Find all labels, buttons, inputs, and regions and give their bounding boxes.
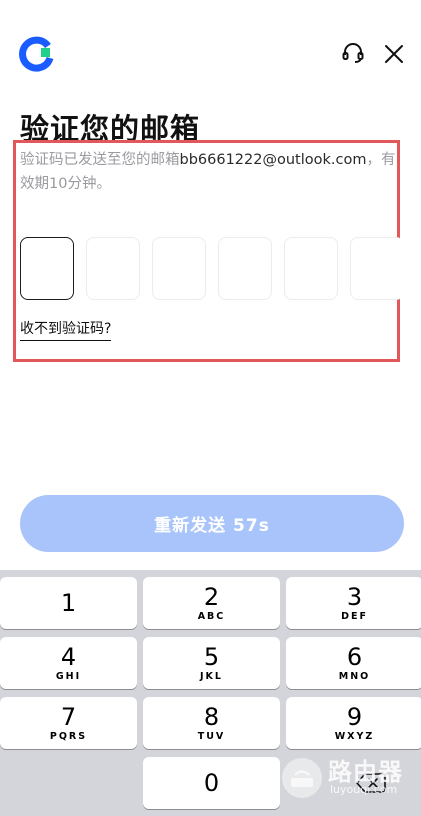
key-9[interactable]: 9 WXYZ xyxy=(286,697,421,749)
key-3[interactable]: 3 DEF xyxy=(286,577,421,629)
description-prefix: 验证码已发送至您的邮箱 xyxy=(20,152,180,168)
watermark: 路由器 luyouqi.com xyxy=(280,752,416,808)
code-digit-6[interactable] xyxy=(350,237,400,300)
key-letters: JKL xyxy=(200,671,223,682)
key-digit: 5 xyxy=(203,643,220,671)
key-letters: TUV xyxy=(197,731,226,742)
code-digit-2[interactable] xyxy=(86,237,140,300)
email-address: bb6661222@outlook.com xyxy=(179,152,367,168)
code-digit-4[interactable] xyxy=(218,237,272,300)
key-digit: 7 xyxy=(60,703,77,731)
verification-code-input[interactable] xyxy=(20,237,400,301)
close-icon[interactable] xyxy=(382,42,406,66)
key-letters: MNO xyxy=(338,671,371,682)
key-digit: 1 xyxy=(60,588,77,617)
app-logo-icon xyxy=(18,34,56,72)
key-digit: 4 xyxy=(60,643,77,671)
key-8[interactable]: 8 TUV xyxy=(143,697,280,749)
router-logo-icon xyxy=(282,758,322,798)
key-2[interactable]: 2 ABC xyxy=(143,577,280,629)
key-digit: 6 xyxy=(346,643,363,671)
watermark-text: 路由器 xyxy=(328,758,403,786)
key-0[interactable]: 0 xyxy=(143,757,280,809)
key-letters: GHI xyxy=(55,671,82,682)
key-letters: DEF xyxy=(341,611,368,622)
code-digit-1[interactable] xyxy=(20,237,74,300)
code-digit-5[interactable] xyxy=(284,237,338,300)
key-digit: 3 xyxy=(346,583,363,611)
watermark-url: luyouqi.com xyxy=(330,783,398,796)
headset-icon[interactable] xyxy=(340,40,366,66)
key-letters: ABC xyxy=(197,611,226,622)
key-4[interactable]: 4 GHI xyxy=(0,637,137,689)
code-digit-3[interactable] xyxy=(152,237,206,300)
resend-button[interactable]: 重新发送 57s xyxy=(20,495,404,552)
key-7[interactable]: 7 PQRS xyxy=(0,697,137,749)
key-letters: WXYZ xyxy=(334,731,375,742)
key-digit: 9 xyxy=(346,703,363,731)
key-6[interactable]: 6 MNO xyxy=(286,637,421,689)
key-digit: 0 xyxy=(203,769,220,797)
key-1[interactable]: 1 xyxy=(0,577,137,629)
key-letters: PQRS xyxy=(49,731,88,742)
no-code-link[interactable]: 收不到验证码? xyxy=(20,318,112,341)
key-digit: 8 xyxy=(203,703,220,731)
key-5[interactable]: 5 JKL xyxy=(143,637,280,689)
verification-description: 验证码已发送至您的邮箱bb6661222@outlook.com，有效期10分钟… xyxy=(20,148,400,196)
key-digit: 2 xyxy=(203,583,220,611)
